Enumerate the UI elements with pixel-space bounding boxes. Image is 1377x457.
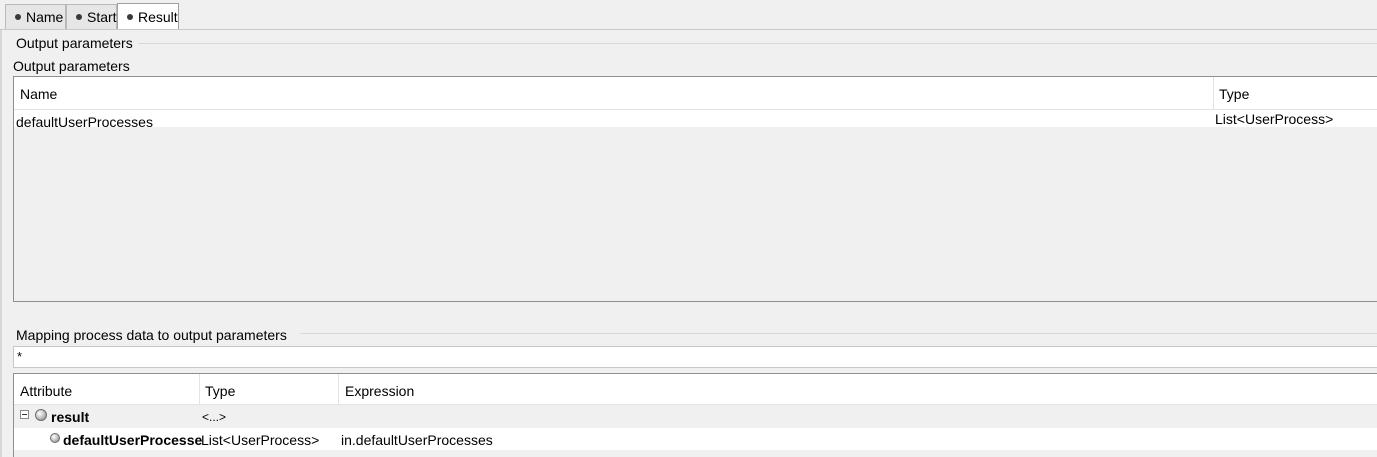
group-divider [138, 43, 1377, 44]
tab-start-label: Start [87, 9, 117, 25]
attribute-icon [50, 433, 60, 443]
tab-name-label: Name [26, 9, 64, 25]
column-header-type[interactable]: Type [1219, 86, 1249, 102]
column-header-type[interactable]: Type [205, 383, 235, 399]
column-header-name[interactable]: Name [20, 86, 57, 102]
object-icon [35, 409, 47, 421]
tree-row[interactable]: result <...> [14, 405, 1377, 427]
tab-result-label: Result [138, 9, 178, 25]
row-type-cell: List<UserProcess> [1215, 111, 1334, 127]
filter-value: * [17, 349, 23, 364]
tab-bar: Name Start Result [0, 0, 1377, 30]
column-separator[interactable] [1213, 77, 1214, 109]
bullet-icon [15, 14, 21, 20]
output-parameters-table[interactable]: Name Type defaultUserProcesses List<User… [13, 76, 1377, 302]
type-cell: List<UserProcess> [201, 432, 320, 448]
tab-name[interactable]: Name [5, 4, 66, 29]
bullet-icon [76, 14, 82, 20]
output-group-title: Output parameters [16, 35, 133, 51]
panel-border [0, 30, 2, 457]
type-cell: <...> [202, 410, 227, 424]
table-header: Attribute Type Expression [14, 374, 1377, 405]
tab-start[interactable]: Start [66, 4, 117, 29]
tree-row[interactable]: defaultUserProcesse List<UserProcess> in… [14, 428, 1377, 450]
mapping-group-title: Mapping process data to output parameter… [16, 327, 287, 343]
table-row[interactable]: defaultUserProcesses List<UserProcess> [14, 110, 1377, 127]
group-divider [300, 333, 1377, 334]
output-table-title: Output parameters [13, 58, 130, 74]
collapse-icon[interactable] [20, 410, 29, 419]
bullet-icon [127, 14, 133, 20]
tab-bar-divider [0, 29, 1377, 30]
attribute-cell: defaultUserProcesse [63, 432, 203, 448]
mapping-tree-table[interactable]: Attribute Type Expression result <...> d… [13, 373, 1377, 457]
row-name-cell: defaultUserProcesses [16, 114, 153, 127]
attribute-cell: result [51, 409, 90, 425]
column-header-attribute[interactable]: Attribute [20, 383, 72, 399]
filter-input[interactable]: * [13, 346, 1377, 368]
column-separator[interactable] [338, 374, 339, 404]
tab-result[interactable]: Result [117, 3, 179, 30]
column-header-expression[interactable]: Expression [345, 383, 414, 399]
expression-cell[interactable]: in.defaultUserProcesses [341, 432, 493, 448]
table-header: Name Type [14, 77, 1377, 110]
column-separator[interactable] [199, 374, 200, 404]
